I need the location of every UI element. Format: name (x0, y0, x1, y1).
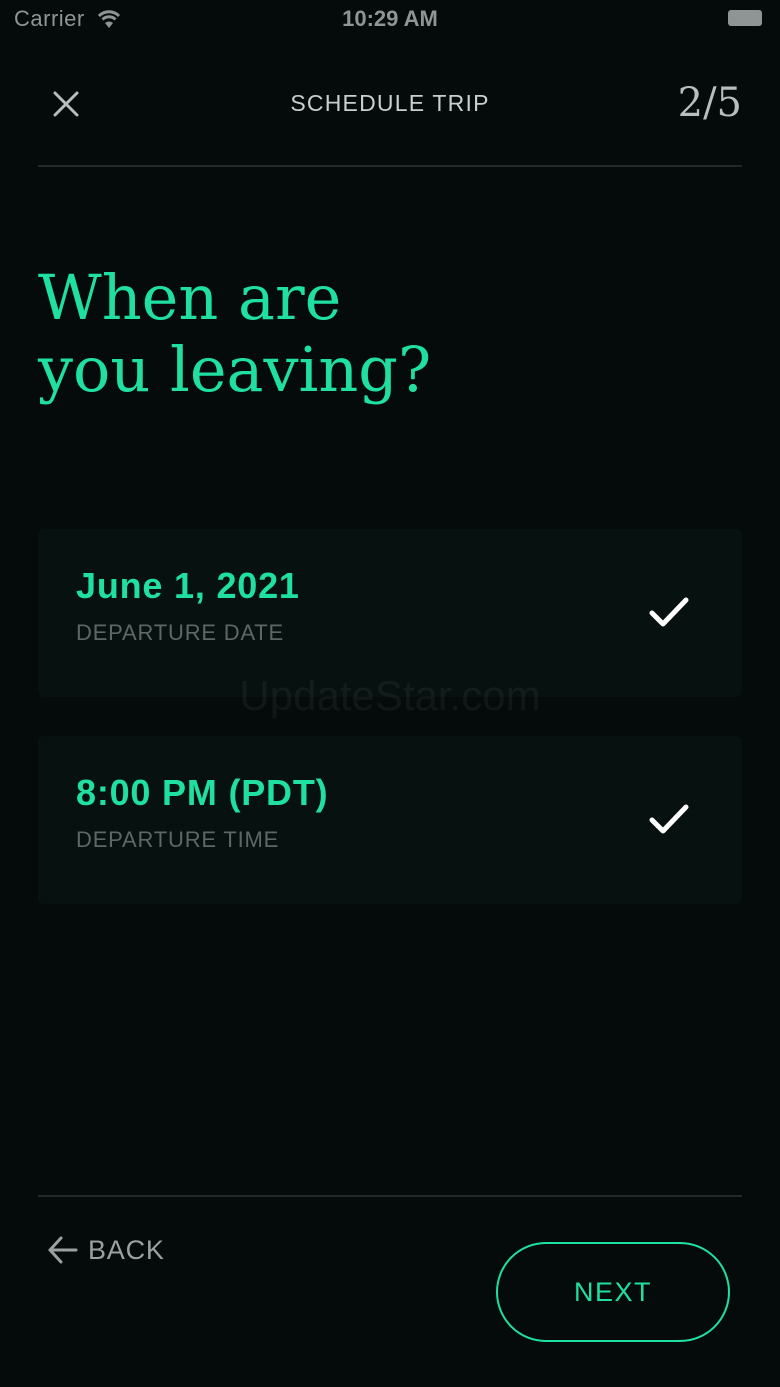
page-title: SCHEDULE TRIP (290, 90, 490, 116)
status-clock: 10:29 AM (342, 6, 438, 31)
arrow-left-icon (48, 1236, 78, 1264)
heading-line-1: When are (38, 261, 342, 334)
check-icon (649, 597, 689, 627)
next-button[interactable]: NEXT (496, 1242, 730, 1342)
back-label: BACK (88, 1234, 165, 1265)
step-counter: 2/5 (677, 80, 742, 126)
close-icon (53, 91, 79, 117)
departure-time-card[interactable]: 8:00 PM (PDT) DEPARTURE TIME (38, 736, 742, 904)
departure-time-label: DEPARTURE TIME (76, 827, 280, 852)
status-bar: Carrier 10:29 AM (0, 0, 780, 40)
back-button[interactable]: BACK (46, 1230, 165, 1270)
departure-date-card[interactable]: June 1, 2021 DEPARTURE DATE (38, 529, 742, 697)
footer-divider (38, 1195, 742, 1197)
departure-date-value: June 1, 2021 (76, 565, 300, 606)
heading-line-2: you leaving? (38, 333, 432, 406)
departure-time-value: 8:00 PM (PDT) (76, 772, 329, 813)
header-divider (38, 165, 742, 167)
question-heading: When are you leaving? (38, 262, 742, 406)
check-icon (649, 804, 689, 834)
departure-date-label: DEPARTURE DATE (76, 620, 285, 645)
close-button[interactable] (46, 84, 86, 124)
battery-icon (728, 10, 762, 26)
